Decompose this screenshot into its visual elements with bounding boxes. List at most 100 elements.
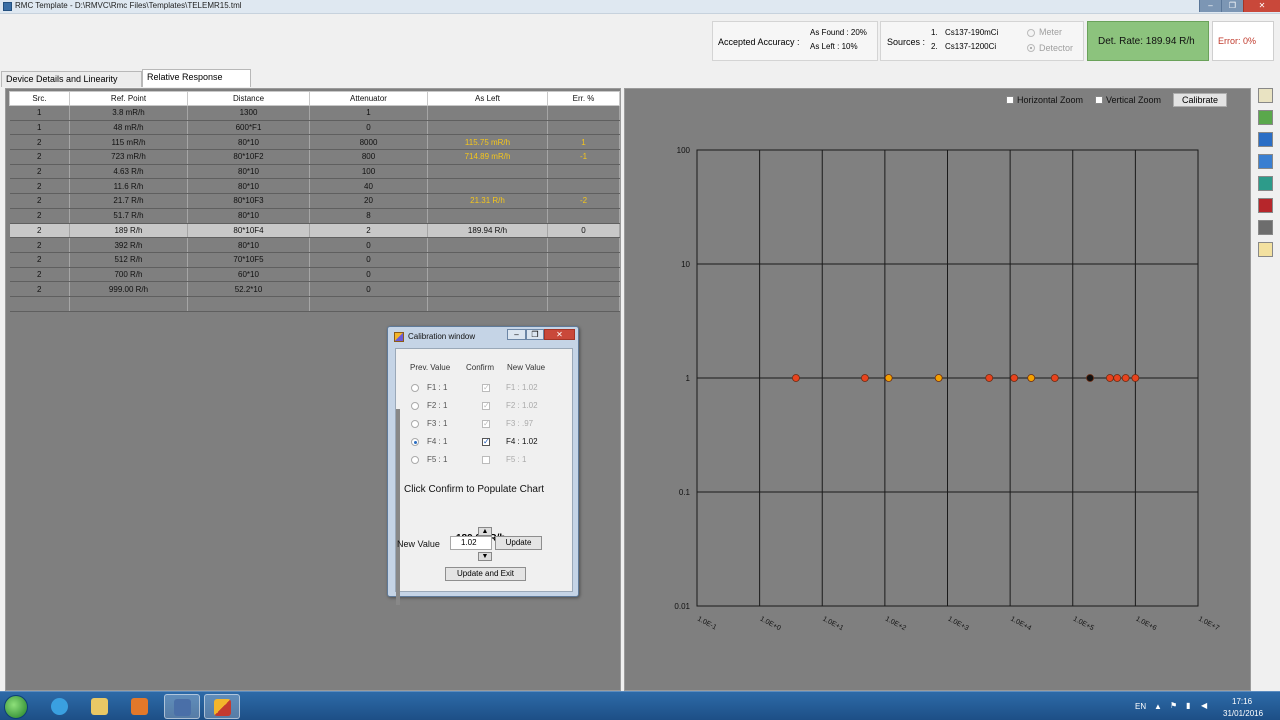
help-icon[interactable] (1258, 242, 1273, 257)
minimize-button[interactable]: – (1199, 0, 1221, 12)
cell-attenuator[interactable]: 0 (309, 281, 428, 297)
cell-distance[interactable]: 80*10 (187, 237, 310, 253)
col-header-as-left[interactable]: As Left (427, 91, 548, 106)
cell-attenuator[interactable]: 2 (309, 223, 428, 239)
confirm-checkbox[interactable]: ✓ (482, 420, 490, 428)
cell-ref-point[interactable]: 51.7 R/h (69, 208, 188, 224)
cell-ref-point[interactable]: 4.63 R/h (69, 164, 188, 180)
cell-distance[interactable] (187, 296, 310, 312)
confirm-checkbox[interactable]: ✓ (482, 438, 490, 446)
undo-icon[interactable] (1258, 198, 1273, 213)
cell-distance[interactable]: 80*10 (187, 164, 310, 180)
cell-err[interactable] (547, 178, 620, 195)
cell-attenuator[interactable]: 0 (309, 252, 428, 268)
cell-as-left[interactable]: 21.31 R/h (427, 193, 548, 209)
taskbar-media-player[interactable] (122, 694, 158, 719)
tab-relative-response[interactable]: Relative Response Chart (142, 69, 251, 97)
cell-src[interactable]: 2 (9, 134, 70, 151)
clock-time[interactable]: 17:16 (1232, 697, 1252, 706)
cell-attenuator[interactable]: 20 (309, 193, 428, 209)
cell-src[interactable]: 2 (9, 149, 70, 165)
network-icon[interactable]: ▮ (1186, 701, 1190, 710)
cell-err[interactable] (547, 120, 620, 136)
cell-as-left[interactable] (427, 281, 548, 297)
cell-err[interactable] (547, 237, 620, 253)
report-icon[interactable] (1258, 88, 1273, 103)
cell-as-left[interactable] (427, 120, 548, 136)
cell-src[interactable]: 1 (9, 120, 70, 136)
cell-err[interactable] (547, 281, 620, 297)
cell-attenuator[interactable]: 8 (309, 208, 428, 224)
cell-err[interactable] (547, 164, 620, 180)
cell-ref-point[interactable]: 11.6 R/h (69, 178, 188, 195)
col-header-ref-point[interactable]: Ref. Point (69, 91, 188, 106)
export-icon[interactable] (1258, 154, 1273, 169)
update-and-exit-button[interactable]: Update and Exit (445, 567, 526, 581)
col-header-attenuator[interactable]: Attenuator (309, 91, 428, 106)
cell-as-left[interactable] (427, 296, 548, 312)
tab-device-details[interactable]: Device Details and Linearity Chart (1, 71, 142, 99)
refresh-icon[interactable] (1258, 110, 1273, 125)
update-button[interactable]: Update (495, 536, 542, 550)
cell-as-left[interactable] (427, 237, 548, 253)
cell-distance[interactable]: 80*10F4 (187, 223, 310, 239)
cell-distance[interactable]: 70*10F5 (187, 252, 310, 268)
save-icon[interactable] (1258, 132, 1273, 147)
increment-button[interactable]: ▲ (478, 527, 492, 536)
table-row[interactable]: 2 512 R/h 70*10F5 0 (9, 252, 620, 268)
delete-icon[interactable] (1258, 220, 1273, 235)
table-row[interactable]: 2 392 R/h 80*10 0 (9, 237, 620, 253)
cell-distance[interactable]: 80*10F2 (187, 149, 310, 165)
cell-src[interactable]: 2 (9, 208, 70, 224)
cell-err[interactable]: 1 (547, 134, 620, 151)
cell-as-left[interactable] (427, 105, 548, 121)
cell-attenuator[interactable]: 0 (309, 120, 428, 136)
cell-ref-point[interactable]: 723 mR/h (69, 149, 188, 165)
cell-ref-point[interactable]: 999.00 R/h (69, 281, 188, 297)
cell-src[interactable]: 2 (9, 223, 70, 239)
col-header-distance[interactable]: Distance (187, 91, 310, 106)
cell-src[interactable]: 2 (9, 281, 70, 297)
taskbar-internet-explorer[interactable] (42, 694, 78, 719)
cell-src[interactable]: 2 (9, 252, 70, 268)
cell-attenuator[interactable]: 40 (309, 178, 428, 195)
cell-err[interactable] (547, 252, 620, 268)
cell-distance[interactable]: 80*10 (187, 208, 310, 224)
confirm-checkbox[interactable]: ✓ (482, 402, 490, 410)
cell-err[interactable] (547, 267, 620, 283)
cell-err[interactable]: -2 (547, 193, 620, 209)
cell-ref-point[interactable]: 115 mR/h (69, 134, 188, 151)
table-row[interactable]: 2 21.7 R/h 80*10F3 20 21.31 R/h -2 (9, 193, 620, 209)
cell-src[interactable]: 2 (9, 178, 70, 195)
cell-src[interactable] (9, 296, 70, 312)
cell-err[interactable] (547, 208, 620, 224)
cell-as-left[interactable] (427, 252, 548, 268)
cell-err[interactable]: 0 (547, 223, 620, 239)
cell-attenuator[interactable]: 1 (309, 105, 428, 121)
cell-distance[interactable]: 80*10 (187, 134, 310, 151)
cell-src[interactable]: 2 (9, 267, 70, 283)
cell-ref-point[interactable]: 48 mR/h (69, 120, 188, 136)
cell-attenuator[interactable]: 800 (309, 149, 428, 165)
cell-ref-point[interactable]: 512 R/h (69, 252, 188, 268)
cell-err[interactable] (547, 105, 620, 121)
row-select-radio[interactable] (411, 402, 419, 410)
taskbar-file-explorer[interactable] (82, 694, 118, 719)
cell-src[interactable]: 2 (9, 164, 70, 180)
table-row[interactable]: 1 48 mR/h 600*F1 0 (9, 120, 620, 136)
cell-ref-point[interactable] (69, 296, 188, 312)
taskbar-rmc-app[interactable] (164, 694, 200, 719)
table-row[interactable]: 2 999.00 R/h 52.2*10 0 (9, 281, 620, 297)
table-row[interactable]: 2 115 mR/h 80*10 8000 115.75 mR/h 1 (9, 134, 620, 151)
row-select-radio[interactable] (411, 420, 419, 428)
row-select-radio[interactable] (411, 456, 419, 464)
cell-attenuator[interactable]: 8000 (309, 134, 428, 151)
cell-ref-point[interactable]: 392 R/h (69, 237, 188, 253)
cell-ref-point[interactable]: 21.7 R/h (69, 193, 188, 209)
cell-err[interactable] (547, 296, 620, 312)
cell-src[interactable]: 2 (9, 193, 70, 209)
col-header-err[interactable]: Err. % (547, 91, 620, 106)
cell-attenuator[interactable]: 0 (309, 237, 428, 253)
cell-ref-point[interactable]: 189 R/h (69, 223, 188, 239)
close-button[interactable]: ✕ (1243, 0, 1280, 12)
